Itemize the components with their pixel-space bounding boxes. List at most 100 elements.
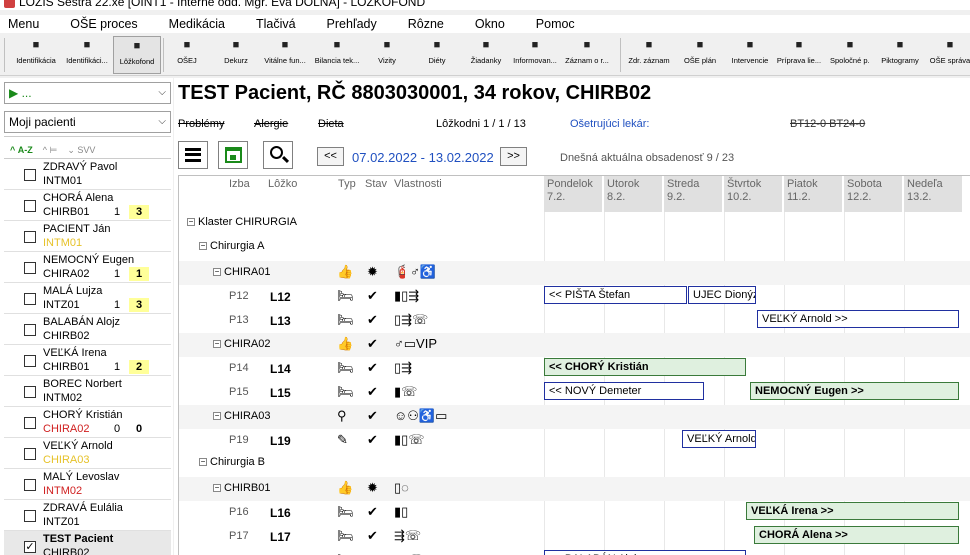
patient-department: CHIRB01: [43, 206, 90, 218]
patient-department: CHIRA02: [43, 423, 90, 435]
toolbar-button-label: Dekurz: [224, 56, 248, 65]
patient-checkbox[interactable]: [24, 262, 36, 274]
attending-doctor-link[interactable]: Ošetrujúci lekár:: [570, 118, 649, 130]
problems-link[interactable]: Problémy: [178, 118, 224, 130]
room-node[interactable]: − CHIRA02: [213, 338, 270, 350]
patient-list-item[interactable]: VEĽKÁ Irena CHIRB01 1 2: [4, 345, 171, 376]
patient-checkbox[interactable]: [24, 324, 36, 336]
patient-list-item[interactable]: ZDRAVÁ Eulália INTZ01: [4, 500, 171, 531]
menu-item[interactable]: Medikácia: [161, 17, 225, 31]
sort-svv-button[interactable]: ⌄ SVV: [67, 145, 95, 156]
menu-item[interactable]: Tlačivá: [248, 17, 296, 31]
bed-booking[interactable]: VEĽKÝ Arnold: [682, 430, 756, 448]
patient-checkbox[interactable]: [24, 169, 36, 181]
collapse-icon[interactable]: −: [199, 458, 207, 467]
toolbar-button-care-plan[interactable]: ■ OŠE plán: [681, 36, 719, 74]
allergies-link[interactable]: Alergie: [254, 118, 288, 130]
menu-item[interactable]: Pomoc: [528, 17, 575, 31]
room-label: CHIRA03: [224, 410, 271, 422]
patient-checkbox[interactable]: [24, 448, 36, 460]
list-view-button[interactable]: [178, 141, 208, 169]
bed-booking[interactable]: VEĽKÁ Irena >>: [746, 502, 959, 520]
patient-checkbox[interactable]: [24, 355, 36, 367]
group-node[interactable]: − Chirurgia B: [199, 456, 265, 468]
menu-item[interactable]: Okno: [467, 17, 505, 31]
next-week-button[interactable]: >>: [500, 147, 527, 166]
cluster-node[interactable]: − Klaster CHIRURGIA: [187, 216, 297, 228]
bed-booking[interactable]: VEĽKÝ Arnold >>: [757, 310, 959, 328]
patient-checkbox[interactable]: [24, 293, 36, 305]
toolbar-button-diet[interactable]: ■ Diéty: [419, 36, 455, 74]
menu-item[interactable]: Rôzne: [400, 17, 444, 31]
collapse-icon[interactable]: −: [213, 340, 221, 349]
collapse-icon[interactable]: −: [187, 218, 195, 227]
toolbar-button-visits[interactable]: ■ Vizity: [372, 36, 402, 74]
collapse-icon[interactable]: −: [213, 412, 221, 421]
room-node[interactable]: − CHIRB01: [213, 482, 270, 494]
group-node[interactable]: − Chirurgia A: [199, 240, 264, 252]
patient-department: INTM01: [43, 175, 83, 187]
toolbar-button-bed-fund[interactable]: ■ Lôžkofond: [113, 36, 161, 74]
toolbar-button-interventions[interactable]: ■ Intervencie: [728, 36, 772, 74]
bed-booking[interactable]: << CHORÝ Kristián: [544, 358, 746, 376]
collapse-icon[interactable]: −: [213, 484, 221, 493]
collapse-icon[interactable]: −: [199, 242, 207, 251]
search-button[interactable]: [263, 141, 293, 169]
toolbar-button-care[interactable]: ■ OŠEJ: [170, 36, 204, 74]
bed-booking[interactable]: << PIŠTA Štefan: [544, 286, 687, 304]
bed-booking[interactable]: NEMOCNÝ Eugen >>: [750, 382, 959, 400]
patient-checkbox[interactable]: [24, 510, 36, 522]
toolbar-button-fluid-balance[interactable]: ■ Bilancia tek...: [312, 36, 362, 74]
diet-link[interactable]: Dieta: [318, 118, 344, 130]
menu-item[interactable]: Prehľady: [319, 17, 377, 31]
toolbar-button-identification-arrows[interactable]: ■ Identifikáci...: [60, 36, 114, 74]
menu-item[interactable]: OŠE proces: [62, 17, 137, 31]
toolbar-button-decursus[interactable]: ■ Dekurz: [216, 36, 256, 74]
patient-checkbox[interactable]: [24, 200, 36, 212]
column-header: Stav: [365, 178, 388, 190]
collapse-icon[interactable]: −: [213, 268, 221, 277]
patient-checkbox[interactable]: ✓: [24, 541, 36, 553]
room-node[interactable]: − CHIRA03: [213, 410, 270, 422]
bt-indicator: BT12-0 BT24-0: [790, 118, 866, 130]
toolbar-button-consent[interactable]: ■ Informovan...: [512, 36, 558, 74]
toolbar-button-requests[interactable]: ■ Žiadanky: [466, 36, 506, 74]
patient-checkbox[interactable]: [24, 417, 36, 429]
sort-bed-button[interactable]: ^ ⊨: [43, 145, 58, 156]
patient-list-item[interactable]: ZDRAVÝ Pavol INTM01: [4, 159, 171, 190]
room-node[interactable]: − CHIRA01: [213, 266, 270, 278]
patient-list-item[interactable]: ✓ TEST Pacient CHIRB02: [4, 531, 171, 555]
calendar-view-button[interactable]: [218, 141, 248, 169]
toolbar-button-medication-prep[interactable]: ■ Príprava lie...: [774, 36, 824, 74]
list-icon: [185, 148, 201, 162]
toolbar-button-shared[interactable]: ■ Spoločné p...: [830, 36, 870, 74]
patient-list-item[interactable]: MALÁ Lujza INTZ01 1 3: [4, 283, 171, 314]
bed-booking[interactable]: << BALABÁN Alojz: [544, 550, 746, 555]
patient-list-item[interactable]: CHORÁ Alena CHIRB01 1 3: [4, 190, 171, 221]
patient-filter-select[interactable]: Moji pacienti ⌵: [4, 111, 171, 133]
previous-week-button[interactable]: <<: [317, 147, 344, 166]
patient-list-item[interactable]: MALÝ Levoslav INTM02: [4, 469, 171, 500]
bed-booking[interactable]: << NOVÝ Demeter: [544, 382, 704, 400]
toolbar-button-heart-record[interactable]: ■ Záznam o r...: [561, 36, 613, 74]
patient-list-item[interactable]: BALABÁN Alojz CHIRB02: [4, 314, 171, 345]
toolbar-button-identification[interactable]: ■ Identifikácia: [12, 36, 60, 74]
toolbar-button-pictograms[interactable]: ■ Piktogramy: [877, 36, 923, 74]
sort-az-button[interactable]: ^ A-Z: [10, 145, 33, 155]
bed-booking[interactable]: UJEC Dionýz: [688, 286, 756, 304]
patient-checkbox[interactable]: [24, 386, 36, 398]
patient-list-item[interactable]: BOREC Norbert INTM02: [4, 376, 171, 407]
patient-list-item[interactable]: VEĽKÝ Arnold CHIRA03: [4, 438, 171, 469]
patient-list-item[interactable]: NEMOCNÝ Eugen CHIRA02 1 1: [4, 252, 171, 283]
patient-list-item[interactable]: CHORÝ Kristián CHIRA02 0 0: [4, 407, 171, 438]
menu-item[interactable]: Menu: [0, 17, 39, 31]
toolbar-button-vitals[interactable]: ■ Vitálne fun...: [261, 36, 309, 74]
patient-checkbox[interactable]: [24, 231, 36, 243]
patient-checkbox[interactable]: [24, 479, 36, 491]
toolbar-button-care-report[interactable]: ■ OŠE správa: [927, 36, 970, 74]
ward-select[interactable]: ▶ ... ⌵: [4, 82, 171, 104]
bed-booking[interactable]: CHORÁ Alena >>: [754, 526, 959, 544]
toolbar-button-label: Vitálne fun...: [264, 56, 306, 65]
toolbar-button-health-record[interactable]: ■ Zdr. záznam: [627, 36, 671, 74]
patient-list-item[interactable]: PACIENT Ján INTM01: [4, 221, 171, 252]
